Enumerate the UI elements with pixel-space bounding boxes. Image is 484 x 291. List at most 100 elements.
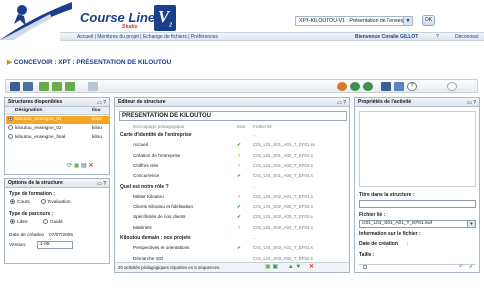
chevron-down-icon[interactable]: ▼: [403, 17, 412, 25]
settings-icon[interactable]: [350, 82, 360, 91]
delete-icon[interactable]: ✕: [309, 264, 314, 270]
structure-title-label: Titre dans la structure :: [359, 192, 415, 198]
preview-area: [359, 111, 476, 187]
col-decoupage: Découpage pédagogique: [133, 124, 185, 129]
options-panel: Options de la structure ▭ ? Type de forma…: [4, 178, 110, 264]
activity-row[interactable]: Spécificités de nos clients ✔ C01_L01_S02_…: [120, 213, 346, 221]
row-label: Création de l'entreprise: [133, 152, 181, 158]
row-label: Clients Kiloutou et fidélisation: [133, 204, 194, 210]
radio-guide[interactable]: [43, 219, 49, 224]
save-icon[interactable]: [10, 82, 20, 91]
activity-row[interactable]: Concurrence ✔ C01_L01_S01_A04_T_EF04.s: [120, 172, 346, 180]
radio-selected[interactable]: [8, 116, 13, 122]
radio-cours[interactable]: [10, 199, 15, 204]
section-row[interactable]: Quel est notre rôle ?...: [120, 183, 346, 191]
row-label: Métier Kiloutou: [133, 193, 164, 199]
opt-libre: Libre: [17, 219, 28, 225]
col-fichier: Fichier lié: [253, 124, 272, 129]
page-title-text: CONCEVOIR : XPT : PRÉSENTATION DE KILOUT…: [13, 59, 172, 66]
list-item[interactable]: kiloutou_enseigne_01 kilou: [6, 116, 109, 124]
row-label: Accueil: [133, 142, 148, 148]
edit-icon[interactable]: [88, 82, 98, 91]
scroll-handle[interactable]: [363, 265, 367, 269]
minimize-help-icon[interactable]: ▭ ?: [467, 99, 476, 107]
editor-grid-header: Découpage pédagogique Etat Fichier lié: [120, 123, 346, 131]
activity-row[interactable]: Démarche ISO C01_L01_S03_A02_T_EF02.s: [120, 255, 346, 263]
section-row[interactable]: Carte d'identité de l'entreprise...: [120, 131, 346, 139]
help-icon-toolbar[interactable]: ?: [407, 82, 417, 91]
file-select[interactable]: C01_L01_S01_A01_T_EF01.swf ▼: [359, 220, 476, 228]
row-label: Démarche ISO: [133, 255, 164, 261]
context-select-value: XPT-KILOUTOU-V1 : Présentation de l'ense…: [299, 18, 411, 24]
tools-icon[interactable]: [337, 82, 347, 91]
row-label: Kiloutou demain : nos projets: [120, 235, 191, 241]
structure-title-field[interactable]: PRESENTATION DE KILOUTOU: [119, 111, 347, 121]
row-file: C01_L01_S01_A02_T_EF02.s: [253, 152, 313, 158]
editor-actions: ▣ ▣ ▲ ▼ ✕: [265, 263, 314, 272]
check-icon: ✔: [237, 142, 241, 148]
file-label: Fichier lié :: [359, 212, 386, 218]
logout-link[interactable]: Déconnexi: [455, 34, 479, 40]
add-icon[interactable]: ▣: [265, 264, 271, 270]
import-icon[interactable]: [52, 82, 62, 91]
properties-panel: Propriétés de l'activité ▭ ? Titre dans l…: [354, 97, 480, 273]
publish-icon[interactable]: [65, 82, 75, 91]
copy-icon[interactable]: ▣: [272, 264, 278, 270]
list-item[interactable]: kiloutou_enseigne_02 kilou: [6, 125, 109, 133]
save-icon-right[interactable]: [381, 82, 391, 91]
minimize-help-icon[interactable]: ▭ ?: [97, 180, 106, 188]
activity-row[interactable]: Métier Kiloutou! C01_L01_S02_A01_T_EF01.s: [120, 193, 346, 201]
file-date-label: Date de création: [359, 241, 398, 247]
context-select[interactable]: XPT-KILOUTOU-V1 : Présentation de l'ense…: [295, 16, 413, 26]
minimize-help-icon[interactable]: ▭ ?: [97, 99, 106, 107]
check-icon[interactable]: ✔: [469, 264, 473, 270]
radio[interactable]: [8, 125, 13, 131]
options-header: Options de la structure ▭ ?: [5, 179, 109, 188]
editor-title: Editeur de structure: [118, 99, 166, 105]
row-label: Concurrence: [133, 173, 160, 179]
chevron-down-icon[interactable]: ▼: [467, 221, 475, 227]
main-nav-links[interactable]: Accueil | Membres du projet | Echange de…: [77, 34, 218, 40]
minimize-help-icon[interactable]: ▭ ?: [337, 99, 346, 107]
radio-evaluation[interactable]: [41, 199, 47, 204]
activity-row[interactable]: Création de l'entreprise! C01_L01_S01_A02…: [120, 152, 346, 160]
refresh-icon[interactable]: [363, 82, 373, 91]
properties-title: Propriétés de l'activité: [358, 99, 412, 105]
arrow-icon[interactable]: [394, 82, 404, 91]
activity-row[interactable]: Perspectives et orientations ✔ C01_L01_S03…: [120, 244, 346, 252]
save-all-icon[interactable]: [23, 82, 33, 91]
circle-icon[interactable]: [447, 82, 457, 91]
ok-button[interactable]: OK: [422, 15, 435, 26]
row-label: Chiffres clés: [133, 162, 159, 168]
formation-options: Cours Evaluation: [8, 199, 71, 205]
version-input[interactable]: 1-05: [37, 241, 73, 249]
properties-footer: ↶ ✔: [359, 264, 476, 271]
help-icon[interactable]: ?: [436, 34, 439, 40]
structure-title-input[interactable]: [359, 200, 476, 208]
copy-icon[interactable]: ▣: [74, 163, 80, 169]
activity-row[interactable]: Accueil ✔ C01_L01_S01_A01_T_EF01.sv: [120, 141, 346, 149]
file-select-value: C01_L01_S01_A01_T_EF01.swf: [362, 221, 433, 226]
row-file: ...: [253, 183, 257, 189]
radio-libre[interactable]: [10, 219, 15, 224]
arrow-right-icon: ▶: [7, 59, 12, 66]
main-toolbar: ?: [5, 79, 478, 93]
activity-row[interactable]: Clients Kiloutou et fidélisation ✔ C01_L01…: [120, 203, 346, 211]
activity-row[interactable]: Matériels! C01_L01_S02_A04_T_EF04.s: [120, 224, 346, 232]
save-icon[interactable]: ▤: [81, 163, 87, 169]
export-icon[interactable]: [39, 82, 49, 91]
delete-icon[interactable]: ✕: [88, 163, 93, 169]
move-down-icon[interactable]: ▼: [295, 264, 301, 270]
welcome-user: Bienvenue Coralie GILLOT: [355, 34, 419, 40]
refresh-icon[interactable]: ⟳: [67, 163, 72, 169]
radio[interactable]: [8, 134, 13, 140]
activity-row[interactable]: Chiffres clés! C01_L01_S01_A03_T_EF03.s: [120, 162, 346, 170]
item-label: kiloutou_enseigne_01: [15, 117, 62, 122]
opt-guide: Guidé: [50, 219, 63, 225]
properties-header: Propriétés de l'activité ▭ ?: [355, 98, 479, 107]
list-item[interactable]: kiloutou_enseigne_final kilou: [6, 134, 109, 142]
undo-icon[interactable]: ↶: [459, 264, 463, 270]
section-row[interactable]: Kiloutou demain : nos projets...: [120, 234, 346, 242]
move-up-icon[interactable]: ▲: [288, 264, 294, 270]
row-file: C01_L01_S01_A03_T_EF03.s: [253, 162, 313, 168]
